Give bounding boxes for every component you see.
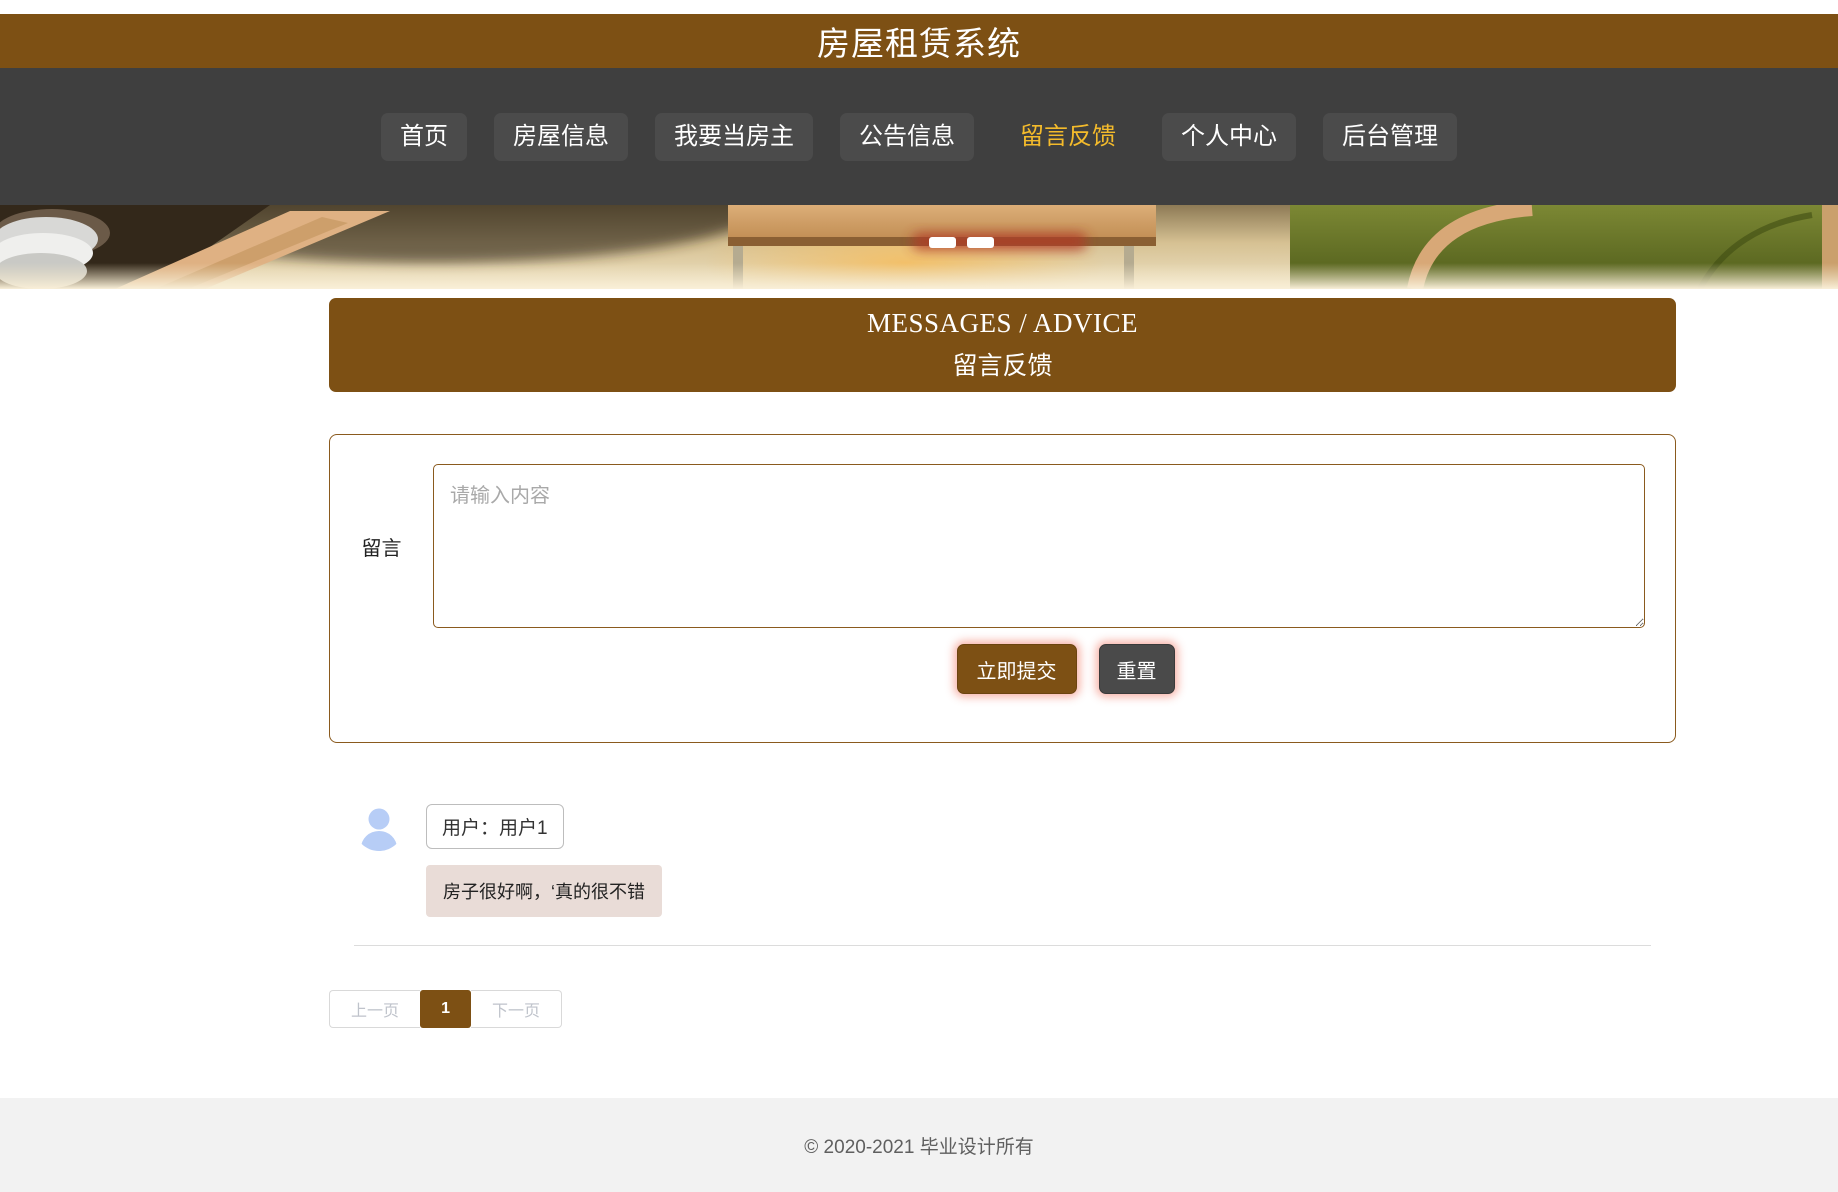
submit-button[interactable]: 立即提交 [957, 644, 1077, 694]
top-strip [0, 0, 1838, 14]
nav-item-personal-center[interactable]: 个人中心 [1162, 113, 1296, 161]
copyright-text: © 2020-2021 毕业设计所有 [804, 1132, 1033, 1159]
form-actions: 立即提交 重置 [330, 644, 1645, 694]
message-form-card: 留言 立即提交 重置 [329, 434, 1676, 743]
pagination-next-button[interactable]: 下一页 [471, 990, 562, 1028]
main-content: MESSAGES / ADVICE 留言反馈 留言 立即提交 重置 [329, 298, 1676, 1028]
user-avatar-icon [354, 801, 404, 851]
pagination: 上一页 1 下一页 [329, 990, 1676, 1028]
comments-list: 用户：用户1 房子很好啊，‘真的很不错 [329, 743, 1676, 946]
reset-button[interactable]: 重置 [1099, 644, 1175, 694]
hero-banner-photo [0, 205, 1838, 289]
message-textarea[interactable] [433, 464, 1645, 628]
section-title-en: MESSAGES / ADVICE [329, 308, 1676, 339]
nav-item-house-info[interactable]: 房屋信息 [494, 113, 628, 161]
pagination-current-page[interactable]: 1 [420, 990, 471, 1028]
comment-content: 房子很好啊，‘真的很不错 [426, 865, 662, 917]
comment-user-badge: 用户：用户1 [426, 804, 564, 849]
pagination-prev-button[interactable]: 上一页 [329, 990, 420, 1028]
app-title-bar: 房屋租赁系统 [0, 14, 1838, 68]
section-title-zh: 留言反馈 [329, 346, 1676, 382]
section-header: MESSAGES / ADVICE 留言反馈 [329, 298, 1676, 392]
nav-item-feedback[interactable]: 留言反馈 [1001, 113, 1135, 161]
main-nav: 首页 房屋信息 我要当房主 公告信息 留言反馈 个人中心 后台管理 [0, 68, 1838, 205]
nav-item-announcements[interactable]: 公告信息 [840, 113, 974, 161]
message-label: 留言 [330, 532, 433, 561]
nav-item-become-landlord[interactable]: 我要当房主 [655, 113, 813, 161]
nav-item-admin[interactable]: 后台管理 [1323, 113, 1457, 161]
message-form-row: 留言 [330, 464, 1645, 628]
comment-divider [354, 945, 1651, 946]
app-title: 房屋租赁系统 [817, 17, 1021, 65]
comment-head: 用户：用户1 [354, 801, 1651, 851]
footer: © 2020-2021 毕业设计所有 [0, 1098, 1838, 1192]
nav-item-home[interactable]: 首页 [381, 113, 467, 161]
comment-item: 用户：用户1 房子很好啊，‘真的很不错 [354, 801, 1651, 946]
